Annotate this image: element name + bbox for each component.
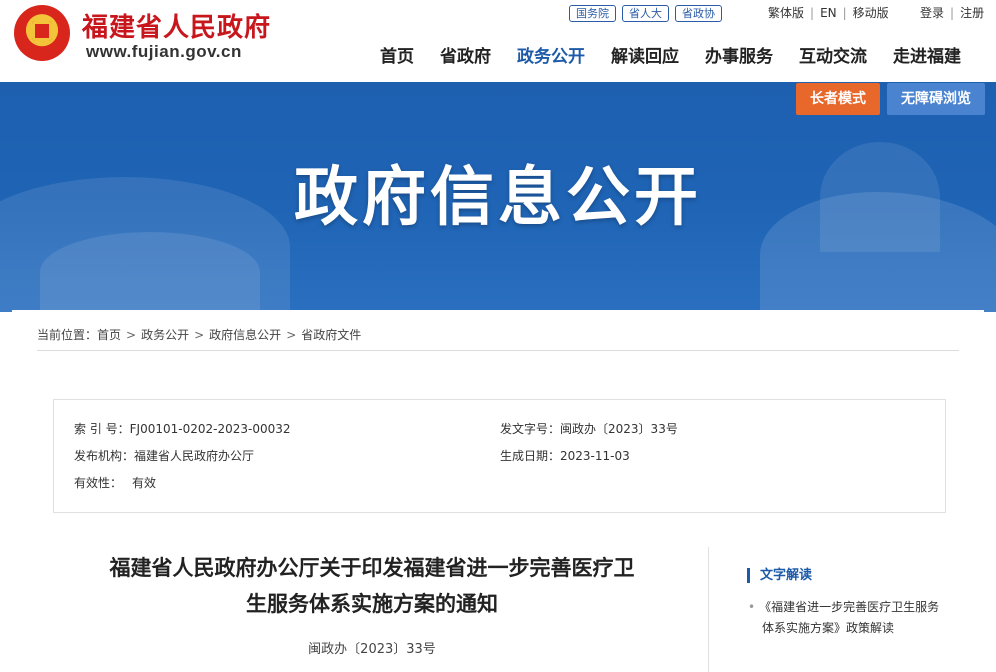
meta-doc-no-value: 闽政办〔2023〕33号 <box>560 422 678 436</box>
link-state-council[interactable]: 国务院 <box>569 5 616 22</box>
meta-validity: 有效性： 有效 <box>74 474 156 491</box>
meta-validity-label: 有效性： <box>74 476 123 490</box>
top-links: 国务院 省人大 省政协 <box>569 5 722 22</box>
divider <box>708 547 709 672</box>
meta-doc-no-label: 发文字号： <box>500 422 561 436</box>
document-number: 闽政办〔2023〕33号 <box>308 642 436 657</box>
banner-title: 政府信息公开 <box>294 161 702 235</box>
nav-interaction[interactable]: 互动交流 <box>799 42 867 67</box>
meta-publisher-value: 福建省人民政府办公厅 <box>134 449 255 463</box>
nav-interpretation[interactable]: 解读回应 <box>611 42 679 67</box>
breadcrumb-open-affairs[interactable]: 政务公开 <box>141 328 189 342</box>
chevron-right-icon: > <box>286 328 297 342</box>
stadium-silhouette <box>40 232 260 312</box>
national-emblem-icon[interactable] <box>14 5 70 61</box>
link-traditional[interactable]: 繁体版 <box>768 6 804 20</box>
link-english[interactable]: EN <box>820 6 837 20</box>
interpretation-link[interactable]: • 《福建省进一步完善医疗卫生服务 体系实施方案》政策解读 <box>748 597 953 639</box>
link-provincial-congress[interactable]: 省人大 <box>622 5 669 22</box>
nav-services[interactable]: 办事服务 <box>705 42 773 67</box>
breadcrumb-provincial-docs[interactable]: 省政府文件 <box>301 328 361 342</box>
breadcrumb: 当前位置：首页 > 政务公开 > 政府信息公开 > 省政府文件 <box>37 326 361 343</box>
bullet-icon: • <box>748 600 756 614</box>
breadcrumb-home[interactable]: 首页 <box>97 328 121 342</box>
link-mobile[interactable]: 移动版 <box>853 6 889 20</box>
account-links: 登录 | 注册 <box>920 6 985 20</box>
divider <box>37 350 959 351</box>
language-links: 繁体版 | EN | 移动版 <box>768 6 889 20</box>
nav-about-fujian[interactable]: 走进福建 <box>893 42 961 67</box>
nav-open-affairs[interactable]: 政务公开 <box>517 42 585 67</box>
site-name[interactable]: 福建省人民政府 <box>82 7 271 44</box>
document-title-line: 生服务体系实施方案的通知 <box>246 592 498 616</box>
sidebar-heading: 文字解读 <box>747 568 812 583</box>
breadcrumb-label: 当前位置： <box>37 328 98 342</box>
meta-date: 生成日期：2023-11-03 <box>500 447 630 464</box>
nav-home[interactable]: 首页 <box>380 42 414 67</box>
meta-doc-no: 发文字号：闽政办〔2023〕33号 <box>500 420 678 437</box>
main-nav: 首页 省政府 政务公开 解读回应 办事服务 互动交流 走进福建 <box>380 42 961 67</box>
interpretation-link-line[interactable]: 《福建省进一步完善医疗卫生服务 <box>759 600 939 614</box>
login-link[interactable]: 登录 <box>920 6 944 20</box>
link-cppcc[interactable]: 省政协 <box>675 5 722 22</box>
breadcrumb-gov-info[interactable]: 政府信息公开 <box>209 328 281 342</box>
meta-publisher: 发布机构：福建省人民政府办公厅 <box>74 447 254 464</box>
content-card: 当前位置：首页 > 政务公开 > 政府信息公开 > 省政府文件 索 引 号：FJ00101-… <box>12 310 984 672</box>
document-title: 福建省人民政府办公厅关于印发福建省进一步完善医疗卫 生服务体系实施方案的通知 <box>52 550 692 622</box>
banner: 政府信息公开 <box>0 82 996 312</box>
meta-validity-value: 有效 <box>132 476 157 490</box>
nav-government[interactable]: 省政府 <box>440 42 491 67</box>
document-title-line: 福建省人民政府办公厅关于印发福建省进一步完善医疗卫 <box>109 556 635 580</box>
register-link[interactable]: 注册 <box>960 6 984 20</box>
chevron-right-icon: > <box>194 328 205 342</box>
site-url[interactable]: www.fujian.gov.cn <box>86 42 242 62</box>
elder-mode-button[interactable]: 长者模式 <box>796 83 880 115</box>
meta-index: 索 引 号：FJ00101-0202-2023-00032 <box>74 420 291 437</box>
document-meta-box: 索 引 号：FJ00101-0202-2023-00032 发文字号：闽政办〔2… <box>53 399 946 513</box>
accessibility-button[interactable]: 无障碍浏览 <box>887 83 985 115</box>
meta-index-label: 索 引 号： <box>74 422 130 436</box>
interpretation-link-line[interactable]: 体系实施方案》政策解读 <box>748 618 953 639</box>
meta-date-value: 2023-11-03 <box>560 449 630 463</box>
meta-publisher-label: 发布机构： <box>74 449 135 463</box>
chevron-right-icon: > <box>126 328 137 342</box>
meta-date-label: 生成日期： <box>500 449 561 463</box>
meta-index-value: FJ00101-0202-2023-00032 <box>129 422 291 436</box>
site-header: 福建省人民政府 www.fujian.gov.cn 国务院 省人大 省政协 繁体… <box>0 0 996 82</box>
